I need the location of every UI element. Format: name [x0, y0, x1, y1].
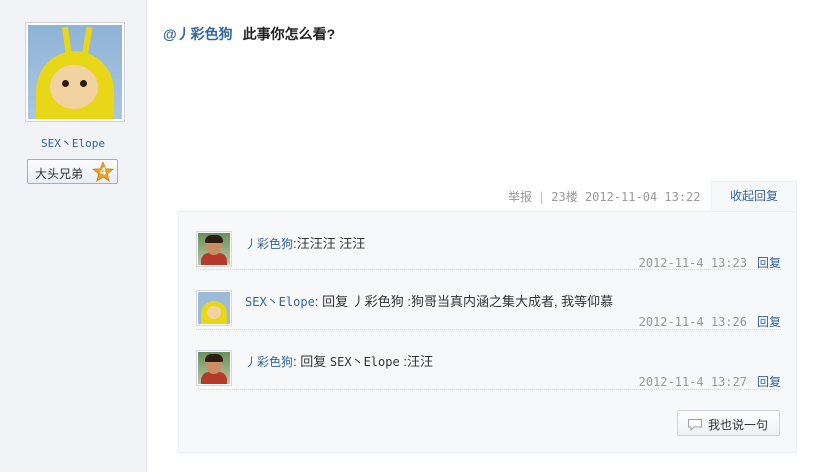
reply-target[interactable]: 丿彩色狗 [352, 294, 404, 309]
reply-link[interactable]: 回复 [757, 315, 781, 329]
reply-time: 2012-11-4 13:27 [638, 375, 747, 389]
badge-label: 大头兄弟 [35, 167, 84, 181]
reply-content: 丿彩色狗:汪汪汪 汪汪 [245, 233, 365, 252]
report-link[interactable]: 举报 [508, 190, 532, 204]
reply-time: 2012-11-4 13:23 [638, 256, 747, 270]
reply-time: 2012-11-4 13:26 [638, 315, 747, 329]
reply-meta: 2012-11-4 13:26 回复 [639, 313, 781, 330]
badge-level: 4 [99, 166, 107, 178]
teletubby-avatar-image [198, 292, 230, 324]
reply-target[interactable]: SEX丶Elope [330, 355, 400, 369]
author-sidebar: SEX丶Elope 大头兄弟 4 [0, 0, 147, 472]
reply-prefix: 回复 [322, 294, 349, 309]
reply-content: SEX丶Elope: 回复 丿彩色狗 :狗哥当真内涵之集大成者, 我等仰慕 [245, 291, 613, 310]
floor-number: 23楼 [551, 190, 578, 204]
collapse-replies-button[interactable]: 收起回复 [711, 181, 797, 212]
reply-text: :狗哥当真内涵之集大成者, 我等仰慕 [407, 294, 614, 309]
add-reply-button[interactable]: 我也说一句 [677, 410, 780, 436]
reply-thread: 丿彩色狗:汪汪汪 汪汪 2012-11-4 13:23 回复 SEX丶Elope:… [178, 211, 797, 453]
person-avatar-image [198, 233, 230, 265]
reply-text: 汪汪汪 汪汪 [296, 236, 366, 251]
post-content: @丿彩色狗 此事你怎么看? [163, 24, 335, 44]
reply-item: 丿彩色狗:汪汪汪 汪汪 2012-11-4 13:23 回复 [196, 212, 781, 270]
reply-author[interactable]: SEX丶Elope [245, 295, 315, 309]
reply-link[interactable]: 回复 [757, 256, 781, 270]
author-avatar[interactable] [25, 22, 125, 122]
reply-avatar[interactable] [196, 350, 232, 386]
teletubby-avatar-image [28, 25, 122, 119]
reply-colon: : [314, 294, 319, 309]
star-icon: 4 [92, 161, 114, 183]
author-rank-badge[interactable]: 大头兄弟 4 [27, 159, 118, 184]
reply-item: SEX丶Elope: 回复 丿彩色狗 :狗哥当真内涵之集大成者, 我等仰慕 20… [196, 272, 781, 330]
reply-item: 丿彩色狗: 回复 SEX丶Elope :汪汪 2012-11-4 13:27 回复 [196, 332, 781, 390]
person-avatar-image [198, 352, 230, 384]
reply-link[interactable]: 回复 [757, 375, 781, 389]
reply-colon: : [293, 354, 297, 369]
add-reply-label: 我也说一句 [708, 418, 769, 432]
post-meta: 举报 | 23楼 2012-11-04 13:22 [508, 188, 701, 205]
meta-separator: | [538, 190, 546, 204]
reply-author[interactable]: 丿彩色狗 [245, 355, 293, 369]
reply-text: :汪汪 [403, 354, 433, 369]
post-datetime: 2012-11-04 13:22 [584, 190, 701, 204]
post-body: 此事你怎么看? [242, 26, 336, 42]
author-username[interactable]: SEX丶Elope [0, 135, 146, 151]
reply-avatar[interactable] [196, 290, 232, 326]
reply-meta: 2012-11-4 13:23 回复 [639, 254, 781, 271]
reply-content: 丿彩色狗: 回复 SEX丶Elope :汪汪 [245, 351, 433, 370]
reply-prefix: 回复 [300, 354, 327, 369]
mention-link[interactable]: @丿彩色狗 [163, 26, 233, 42]
reply-meta: 2012-11-4 13:27 回复 [639, 373, 781, 390]
reply-avatar[interactable] [196, 231, 232, 267]
reply-author[interactable]: 丿彩色狗 [245, 237, 293, 251]
speech-bubble-icon [687, 418, 703, 434]
